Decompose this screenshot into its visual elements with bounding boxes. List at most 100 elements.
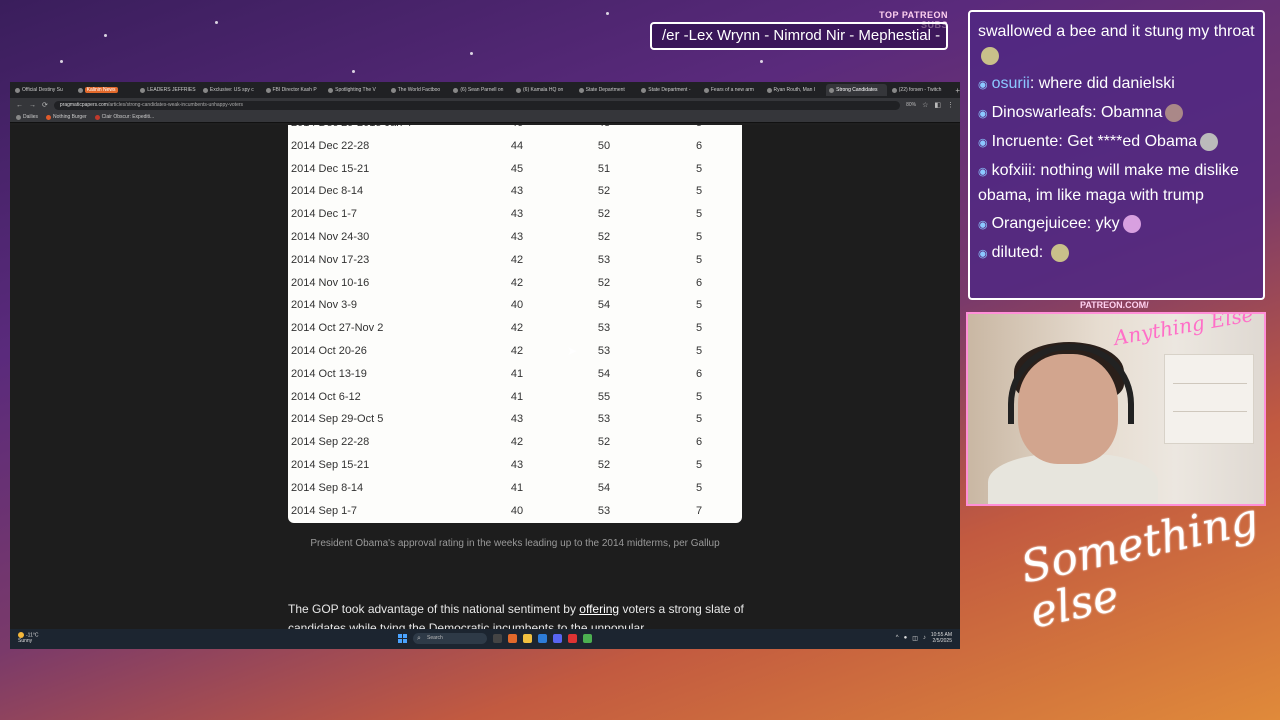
back-icon[interactable]: ←: [16, 102, 23, 109]
browser-tab[interactable]: Official Destiny Su: [12, 84, 73, 96]
chat-emote-icon: [1122, 214, 1141, 233]
browser-tab[interactable]: (6) Sean Parnell on: [450, 84, 511, 96]
disapprove-cell: 53: [597, 322, 611, 335]
chat-username[interactable]: kofxiii: [992, 162, 1032, 179]
bookmark-item[interactable]: Dailies: [16, 114, 38, 120]
approve-cell: 44: [510, 139, 524, 152]
bookmark-star-icon[interactable]: ☆: [922, 101, 928, 109]
approve-cell: 46: [507, 125, 527, 129]
chat-username[interactable]: diluted: [992, 244, 1039, 261]
chrome-icon[interactable]: [583, 634, 592, 643]
mic-icon[interactable]: ●: [904, 635, 908, 641]
url-field[interactable]: pragmaticpapers.com/articles/strong-cand…: [53, 100, 901, 110]
network-icon[interactable]: ◫: [912, 635, 918, 642]
table-row: 2014 Sep 15-21 43 52 5: [288, 455, 742, 478]
tab-favicon-icon: [140, 87, 146, 93]
bookmark-item[interactable]: Clair Obscur: Expediti...: [94, 114, 154, 120]
browser-tab[interactable]: LEADERS JEFFRIES: [137, 84, 198, 96]
zoom-level[interactable]: 80%: [906, 102, 916, 108]
table-row: 2014 Sep 1-7 40 53 7: [288, 501, 742, 523]
dresser: [1164, 354, 1254, 444]
disapprove-cell: 53: [597, 253, 611, 266]
steam-icon[interactable]: [538, 634, 547, 643]
volume-icon[interactable]: ♪: [923, 635, 926, 641]
reload-icon[interactable]: ⟳: [42, 101, 48, 109]
chat-emote-icon: [1050, 243, 1069, 262]
tab-label: State Department -: [648, 87, 691, 93]
mouse-cursor-icon: ➤: [567, 344, 578, 358]
browser-tab[interactable]: Spotlighting The V: [325, 84, 386, 96]
disapprove-cell: 55: [597, 390, 611, 403]
chat-message: ◉ diluted:: [978, 241, 1255, 266]
firefox-icon[interactable]: [508, 634, 517, 643]
browser-tab[interactable]: Kalinin News: [75, 84, 136, 96]
browser-tab[interactable]: State Department: [576, 84, 637, 96]
weather-widget[interactable]: -11°C Sunny: [18, 632, 38, 644]
browser-tab[interactable]: Fears of a new arm: [701, 84, 762, 96]
browser-tab[interactable]: (22) forsen - Twitch: [889, 84, 950, 96]
chat-username[interactable]: Orangejuicee: [992, 215, 1087, 232]
tab-label: (22) forsen - Twitch: [898, 87, 942, 93]
disapprove-cell: 52: [597, 231, 611, 243]
week-cell: 2014 Sep 1-7: [291, 504, 358, 517]
browser-tab[interactable]: State Department -: [638, 84, 699, 96]
table-row: 2014 Oct 27-Nov 2 42 53 5: [288, 318, 742, 341]
tab-label: FBI Director Kash P: [272, 87, 317, 93]
menu-icon[interactable]: ⋮: [947, 101, 954, 109]
browser-tab[interactable]: Exclusive: US spy c: [200, 84, 261, 96]
chat-emote-icon: [981, 46, 999, 65]
approve-cell: 41: [510, 367, 524, 380]
table-row: 2014 Nov 17-23 42 53 5: [288, 250, 742, 273]
clock[interactable]: 10:55 AM 2/5/2025: [931, 632, 952, 644]
taskbar-search[interactable]: Search: [413, 633, 487, 644]
windows-start-icon[interactable]: [398, 634, 407, 643]
tab-label: (6) Sean Parnell on: [460, 87, 504, 93]
week-cell: 2014 Oct 6-12: [291, 390, 361, 403]
approve-cell: 42: [510, 276, 524, 289]
chat-message: swallowed a bee and it stung my throat: [978, 20, 1255, 68]
no-opinion-cell: 5: [695, 481, 703, 494]
chat-text: Get ****ed Obama: [1067, 133, 1198, 150]
no-opinion-cell: 7: [695, 504, 703, 517]
browser-tab[interactable]: (6) Kamala HQ on: [513, 84, 574, 96]
tab-favicon-icon: [829, 87, 835, 93]
task-view-icon[interactable]: [493, 634, 502, 643]
browser-tab[interactable]: Strong Candidates: [826, 84, 887, 96]
chat-username[interactable]: Dinoswarleafs: [992, 104, 1092, 121]
bookmark-icon: [46, 114, 52, 120]
browser-window: Official Destiny Su Kalinin News LEADERS J…: [10, 82, 960, 649]
browser-tab[interactable]: FBI Director Kash P: [263, 84, 324, 96]
chat-separator: :: [1038, 244, 1048, 261]
tab-favicon-icon: [77, 87, 83, 93]
browser-tab[interactable]: The World Factboo: [388, 84, 449, 96]
tray-chevron-icon[interactable]: ^: [896, 635, 899, 641]
tab-favicon-icon: [453, 87, 459, 93]
approval-table: 2014 Dec 29-2015 Jan 4 46 48 5 2014 Dec 22-2…: [288, 125, 742, 523]
week-cell: 2014 Oct 27-Nov 2: [291, 322, 384, 335]
chat-badge-icon: ◉: [978, 219, 988, 231]
table-row: 2014 Nov 24-30 43 52 5: [288, 227, 742, 250]
approve-cell: 43: [510, 208, 524, 221]
chat-separator: :: [1058, 133, 1068, 150]
approve-cell: 43: [510, 231, 524, 243]
table-row: 2014 Sep 29-Oct 5 43 53 5: [288, 409, 742, 432]
bookmark-item[interactable]: Nothing Burger: [46, 114, 87, 120]
file-explorer-icon[interactable]: [523, 634, 532, 643]
new-tab-icon[interactable]: +: [955, 86, 960, 95]
obs-icon[interactable]: [568, 634, 577, 643]
table-row: 2014 Dec 15-21 45 51 5: [288, 159, 742, 182]
week-cell: 2014 Nov 24-30: [291, 231, 370, 243]
taskbar: -11°CSunny Search ^ ● ◫ ♪ 10:55 AM2/5/20…: [10, 629, 960, 649]
chat-username[interactable]: Incruente: [992, 133, 1059, 150]
approve-cell: 42: [510, 436, 524, 449]
approve-cell: 40: [510, 504, 524, 517]
discord-icon[interactable]: [553, 634, 562, 643]
extensions-icon[interactable]: ◧: [934, 101, 941, 109]
tab-label: State Department: [585, 87, 625, 93]
chat-emote-icon: [1200, 132, 1219, 151]
browser-tab[interactable]: Ryan Routh, Man I: [764, 84, 825, 96]
no-opinion-cell: 5: [695, 185, 703, 198]
forward-icon[interactable]: →: [29, 102, 36, 109]
chat-username[interactable]: osurii: [992, 75, 1030, 92]
offering-link[interactable]: offering: [579, 602, 619, 616]
